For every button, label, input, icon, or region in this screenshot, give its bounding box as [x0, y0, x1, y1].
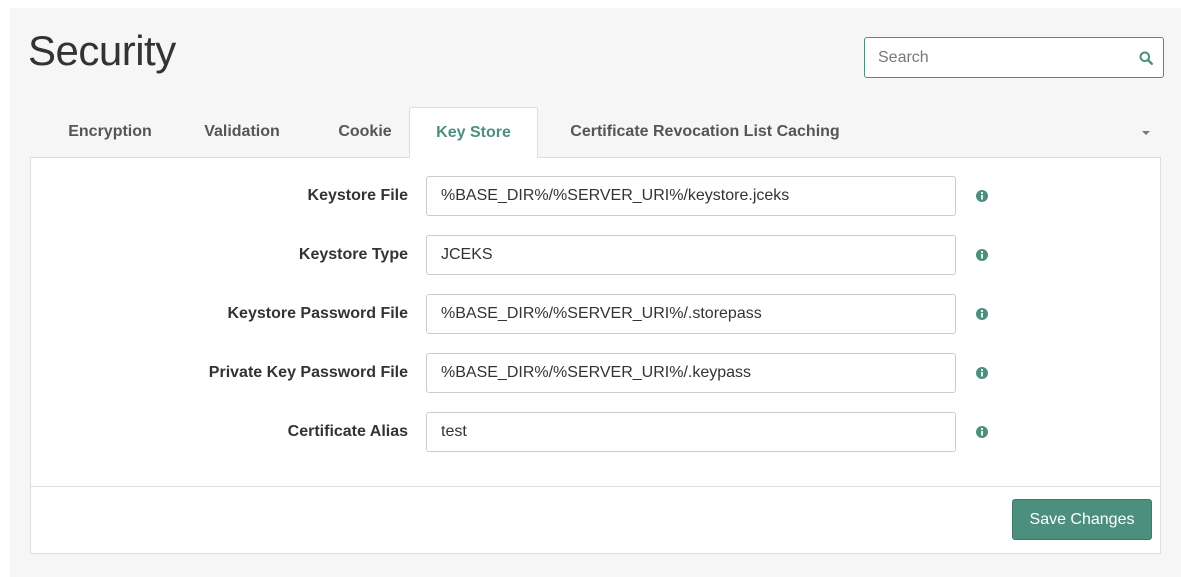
form-row-keystore-file: Keystore File	[31, 176, 1160, 216]
tab-certificate-revocation-list-caching[interactable]: Certificate Revocation List Caching	[540, 107, 870, 157]
private-key-password-file-input[interactable]	[426, 353, 956, 393]
keystore-type-input[interactable]	[426, 235, 956, 275]
tab-bar: Encryption Validation Cookie Key Store C…	[30, 107, 1161, 158]
keystore-type-label: Keystore Type	[298, 246, 408, 263]
form-row-keystore-password-file: Keystore Password File	[31, 294, 1160, 334]
tab-validation[interactable]: Validation	[174, 107, 310, 157]
info-icon[interactable]	[974, 306, 990, 322]
keystore-file-input[interactable]	[426, 176, 956, 216]
form-row-keystore-type: Keystore Type	[31, 235, 1160, 275]
info-icon[interactable]	[974, 365, 990, 381]
certificate-alias-label: Certificate Alias	[287, 423, 408, 440]
private-key-password-file-label: Private Key Password File	[208, 364, 408, 381]
caret-down-icon	[1141, 123, 1151, 141]
certificate-alias-input[interactable]	[426, 412, 956, 452]
info-icon[interactable]	[974, 247, 990, 263]
security-page: Security Encryption Validation Cookie Ke…	[10, 8, 1181, 577]
save-changes-button[interactable]: Save Changes	[1012, 499, 1152, 540]
tab-cookie[interactable]: Cookie	[310, 107, 420, 157]
tabs-more-button[interactable]	[1131, 107, 1161, 157]
info-icon[interactable]	[974, 424, 990, 440]
page-title: Security	[28, 27, 176, 74]
keystore-password-file-input[interactable]	[426, 294, 956, 334]
tab-key-store[interactable]: Key Store	[409, 107, 538, 158]
keystore-file-label: Keystore File	[307, 187, 408, 204]
search-input[interactable]	[865, 38, 1129, 77]
info-icon[interactable]	[974, 188, 990, 204]
search-box[interactable]	[864, 37, 1164, 78]
search-icon[interactable]	[1129, 38, 1163, 77]
keystore-password-file-label: Keystore Password File	[227, 305, 408, 322]
tab-encryption[interactable]: Encryption	[46, 107, 174, 157]
panel-footer: Save Changes	[31, 486, 1160, 553]
form-row-certificate-alias: Certificate Alias	[31, 412, 1160, 452]
form-row-private-key-password-file: Private Key Password File	[31, 353, 1160, 393]
key-store-panel: Keystore File Keystore Type Keystore Pas…	[30, 157, 1161, 554]
